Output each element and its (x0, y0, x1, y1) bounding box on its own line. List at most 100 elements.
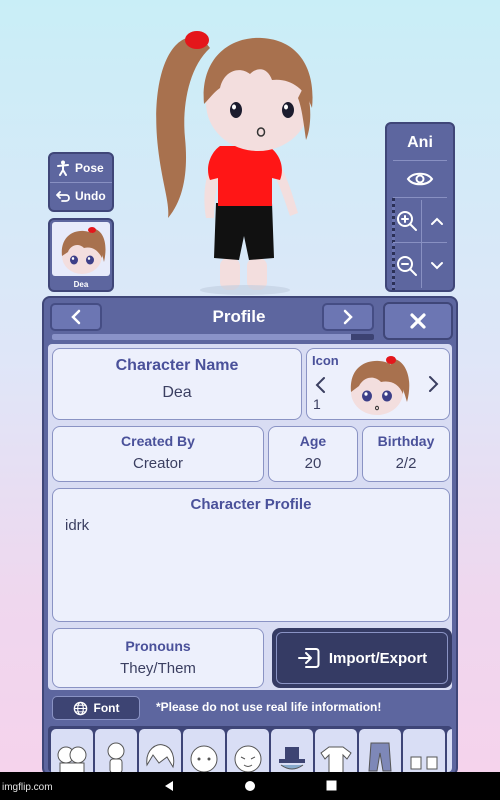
eye-right (282, 102, 294, 118)
next-page-button[interactable] (322, 303, 374, 331)
divider (393, 242, 447, 243)
close-icon (410, 313, 426, 329)
category-tab-face[interactable] (183, 729, 225, 772)
undo-button[interactable]: Undo (50, 181, 112, 211)
prev-page-button[interactable] (50, 303, 102, 331)
chevron-left-icon (315, 377, 325, 393)
character-thumbnail[interactable]: Dea (48, 218, 114, 292)
divider (393, 197, 447, 198)
icon-label: Icon (312, 353, 339, 368)
shirt (208, 146, 282, 206)
character-name-label: Character Name (115, 357, 239, 374)
icon-index: 1 (313, 396, 321, 412)
category-tab-hair[interactable] (139, 729, 181, 772)
panel-title: Profile (212, 307, 266, 326)
birthday-card[interactable]: Birthday 2/2 (362, 426, 450, 482)
shirt-icon (320, 746, 352, 772)
shadow (200, 285, 290, 295)
category-tabs (48, 726, 452, 772)
hair-ribbon (185, 31, 209, 49)
category-tab-accessories[interactable] (447, 729, 452, 772)
age-value[interactable]: 20 (269, 455, 357, 472)
back-icon[interactable] (163, 780, 175, 792)
created-by-card[interactable]: Created By Creator (52, 426, 264, 482)
category-tab-body[interactable] (95, 729, 137, 772)
person-pose-icon (57, 160, 69, 176)
pronouns-label: Pronouns (125, 638, 191, 654)
page-progress-bar (52, 334, 374, 340)
face-icon (190, 745, 218, 772)
tool-panel: Pose Undo (48, 152, 114, 212)
thumbnail-name: Dea (73, 280, 89, 289)
font-label: Font (93, 701, 120, 715)
import-icon (297, 648, 320, 668)
birthday-value[interactable]: 2/2 (363, 455, 449, 472)
hair-icon (146, 744, 175, 769)
system-nav-bar (0, 772, 500, 800)
pan-up-button[interactable] (423, 202, 451, 240)
pronouns-value[interactable]: They/Them (53, 660, 263, 677)
chevron-right-icon (343, 309, 353, 325)
character-profile-label: Character Profile (190, 496, 312, 513)
character-figure[interactable] (140, 8, 330, 298)
pants-icon (368, 742, 392, 772)
font-button[interactable]: Font (52, 696, 140, 720)
icon-prev-button[interactable] (311, 373, 329, 397)
ani-button[interactable]: Ani (387, 134, 453, 152)
hat-icon (279, 747, 305, 770)
globe-icon (73, 701, 87, 715)
pronouns-card[interactable]: Pronouns They/Them (52, 628, 264, 688)
zoom-out-icon (397, 256, 417, 276)
character-face-icon (350, 356, 410, 415)
icon-next-button[interactable] (425, 371, 443, 397)
created-by-label: Created By (121, 433, 195, 449)
body-icon (107, 742, 125, 772)
camera-panel: Ani (385, 122, 455, 292)
undo-label: Undo (75, 189, 106, 204)
pan-down-button[interactable] (423, 246, 451, 286)
chevron-left-icon (71, 309, 81, 325)
character-profile-card[interactable]: Character Profile idrk (52, 488, 450, 622)
shoes-icon (410, 756, 438, 770)
watermark-text: imgflip.com (2, 782, 53, 793)
age-card[interactable]: Age 20 (268, 426, 358, 482)
category-tab-characters[interactable] (51, 729, 93, 772)
page-progress-fill (52, 334, 352, 340)
import-export-button[interactable]: Import/Export (272, 628, 452, 688)
visibility-toggle[interactable] (387, 164, 453, 194)
age-label: Age (299, 433, 327, 449)
character-profile-text[interactable]: idrk (65, 517, 89, 534)
pose-label: Pose (75, 160, 104, 175)
divider (393, 160, 447, 161)
character-name-value[interactable]: Dea (53, 384, 301, 402)
import-export-inner: Import/Export (276, 632, 448, 684)
zoom-in-button[interactable] (393, 202, 421, 240)
icon-card: Icon 1 (306, 348, 450, 420)
eye-left (230, 102, 242, 118)
category-tab-hats[interactable] (271, 729, 313, 772)
undo-icon (56, 191, 70, 203)
group-icon (57, 746, 87, 772)
zoom-out-button[interactable] (393, 246, 421, 286)
privacy-warning: *Please do not use real life information… (156, 700, 382, 714)
shorts (214, 203, 274, 260)
pose-button[interactable]: Pose (50, 154, 112, 182)
recent-apps-icon[interactable] (326, 780, 337, 791)
profile-panel: Profile Character Name Dea Icon 1 Create… (42, 296, 458, 776)
category-tab-bottoms[interactable] (359, 729, 401, 772)
zoom-in-icon (397, 211, 417, 231)
eye-icon (406, 172, 434, 186)
scroll-indicator (392, 198, 395, 290)
home-icon[interactable] (244, 780, 256, 792)
created-by-value[interactable]: Creator (53, 455, 263, 472)
profile-content: Character Name Dea Icon 1 Created By Cre… (48, 344, 452, 690)
divider (421, 200, 422, 288)
category-tab-tops[interactable] (315, 729, 357, 772)
category-tab-expression[interactable] (227, 729, 269, 772)
birthday-label: Birthday (377, 433, 435, 449)
chevron-down-icon (431, 262, 443, 270)
character-name-card[interactable]: Character Name Dea (52, 348, 302, 420)
expression-icon (234, 745, 262, 772)
category-tab-shoes[interactable] (403, 729, 445, 772)
close-button[interactable] (383, 302, 453, 340)
